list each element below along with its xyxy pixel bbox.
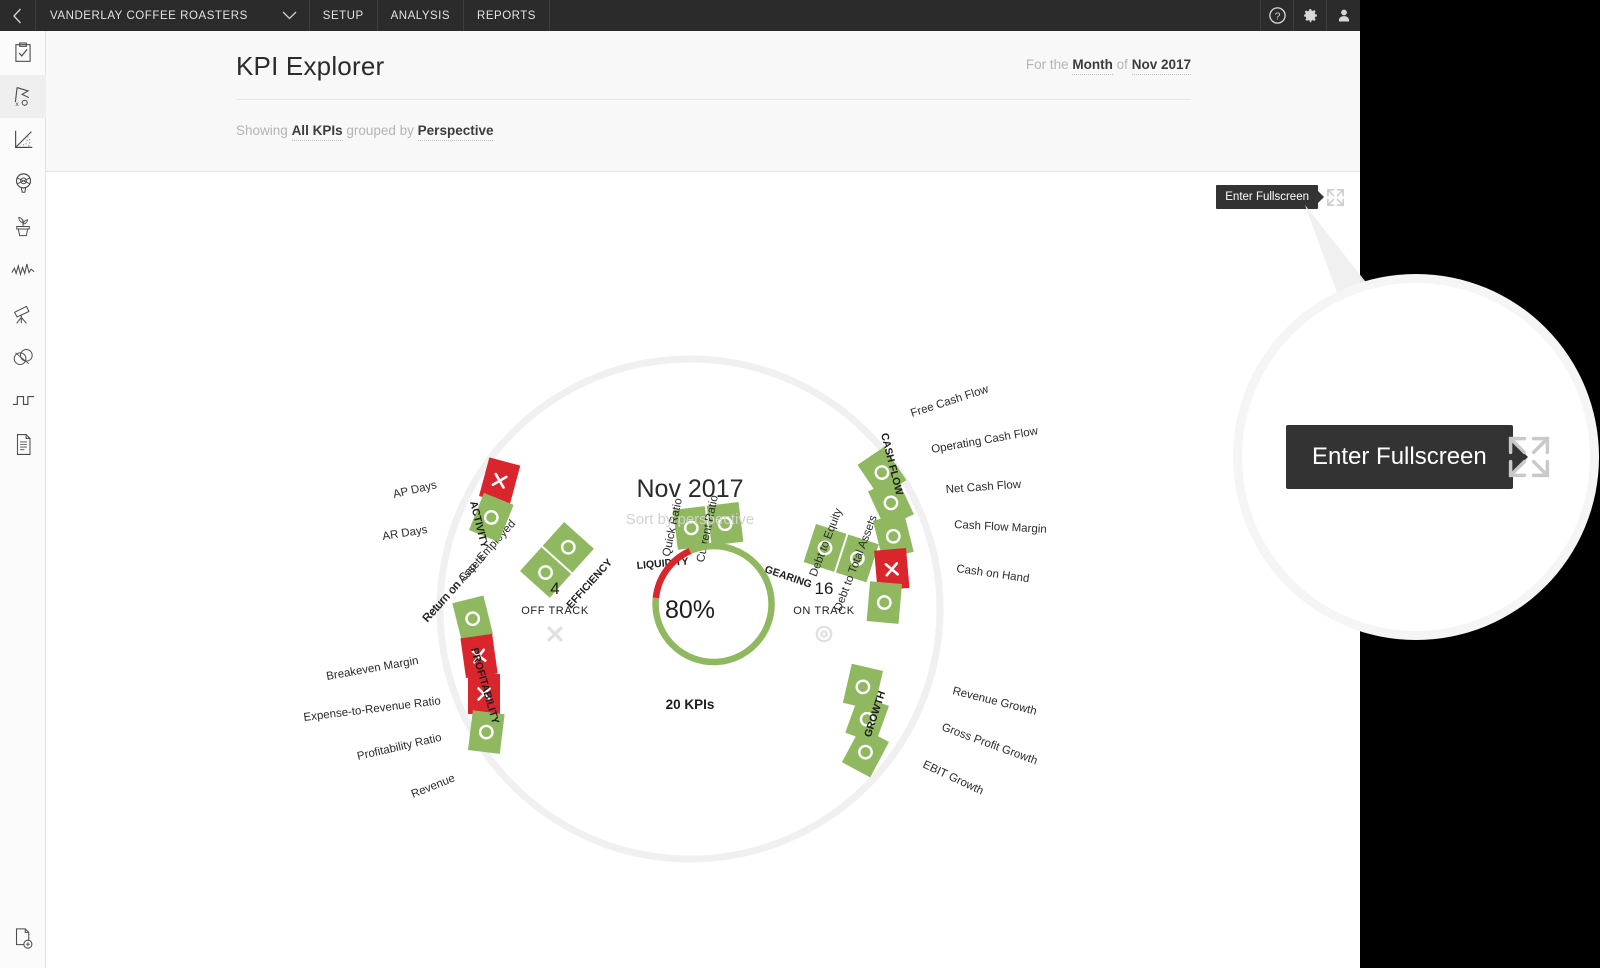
back-button[interactable] <box>0 0 36 31</box>
sidebar-item-document-add[interactable] <box>0 917 46 961</box>
kpi-explorer-canvas: Return on Assets Return on Cap. Employed… <box>46 172 1360 968</box>
showing-value[interactable]: All KPIs <box>291 123 343 141</box>
kpi-label: AR Days <box>382 524 429 543</box>
help-button[interactable]: ? <box>1261 0 1294 31</box>
magnified-fullscreen-button[interactable] <box>1506 434 1552 485</box>
kpi-label: Breakeven Margin <box>325 655 419 683</box>
enter-fullscreen-button[interactable] <box>1320 183 1350 211</box>
left-sidebar: x <box>0 31 46 968</box>
sidebar-item-scorecard[interactable]: x <box>0 74 46 118</box>
sidebar-item-step-signal[interactable] <box>0 379 46 423</box>
kpi-label: Gross Profit Growth <box>940 722 1039 768</box>
sidebar-item-target-balloon[interactable] <box>0 162 46 206</box>
grouped-prefix: grouped by <box>346 123 414 138</box>
page-title: KPI Explorer <box>236 51 385 81</box>
settings-button[interactable] <box>1294 0 1327 31</box>
showing-prefix: Showing <box>236 123 288 138</box>
chevron-down-icon <box>282 11 297 20</box>
kpi-label: Free Cash Flow <box>909 383 991 420</box>
venn-circles-icon <box>13 349 33 366</box>
page-header: KPI Explorer For the Month of Nov 2017 S… <box>46 31 1360 172</box>
off-track-count: 4 <box>550 579 559 598</box>
target-circle-inner-icon <box>820 630 828 638</box>
sidebar-item-clipboard-check[interactable] <box>0 31 46 75</box>
center-period-label: Nov 2017 <box>636 475 743 503</box>
showing-filter-bar: Showing All KPIs grouped by Perspective <box>236 123 494 141</box>
sidebar-item-telescope[interactable] <box>0 292 46 336</box>
period-unit[interactable]: Month <box>1072 57 1113 75</box>
kpi-label: Cash on Hand <box>956 563 1030 585</box>
grouped-value[interactable]: Perspective <box>417 123 494 141</box>
kpi-label: Revenue <box>410 772 457 800</box>
magnified-fullscreen-tooltip: Enter Fullscreen <box>1286 425 1513 489</box>
svg-text:?: ? <box>1274 10 1280 22</box>
svg-text:x: x <box>15 101 19 107</box>
application-window: VANDERLAY COFFEE ROASTERS SETUP ANALYSIS… <box>0 0 1360 968</box>
target-balloon-icon <box>15 173 31 193</box>
perspective-group-profitability: Breakeven Margin Expense-to-Revenue Rati… <box>303 595 505 801</box>
top-navigation-bar: VANDERLAY COFFEE ROASTERS SETUP ANALYSIS… <box>0 0 1360 31</box>
user-account-icon <box>1338 9 1349 22</box>
expand-arrows-icon <box>1508 436 1550 478</box>
sidebar-item-chart-area[interactable] <box>0 118 46 162</box>
kpi-label: Cash Flow Margin <box>954 519 1047 536</box>
fullscreen-tooltip: Enter Fullscreen <box>1216 185 1318 209</box>
off-track-label: OFF TRACK <box>521 605 589 617</box>
sidebar-bottom-group <box>0 917 46 961</box>
sidebar-item-pulse-line[interactable] <box>0 249 46 293</box>
kpi-label: EBIT Growth <box>921 759 986 798</box>
kpi-tile-cash-on-hand[interactable] <box>866 581 902 624</box>
kpi-wheel-chart: Return on Assets Return on Cap. Employed… <box>303 355 1047 863</box>
kpi-label: AP Days <box>392 479 438 501</box>
help-icon: ? <box>1268 7 1286 24</box>
document-lines-icon <box>16 433 30 455</box>
step-signal-icon <box>12 396 34 406</box>
sidebar-item-venn-circles[interactable] <box>0 336 46 380</box>
nav-spacer <box>550 0 1261 31</box>
sidebar-item-plant-pot[interactable] <box>0 205 46 249</box>
kpi-label: Net Cash Flow <box>945 479 1022 496</box>
magnifier-content: Enter Fullscreen <box>1286 420 1550 494</box>
nav-item-setup[interactable]: SETUP <box>310 0 378 31</box>
kpi-label: Expense-to-Revenue Ratio <box>303 695 442 724</box>
perspective-group-liquidity: Quick Ratio Current Ratio LIQUIDITY <box>636 494 744 572</box>
user-account-button[interactable] <box>1327 0 1360 31</box>
telescope-icon <box>13 305 30 324</box>
screen-root: VANDERLAY COFFEE ROASTERS SETUP ANALYSIS… <box>0 0 1600 968</box>
fullscreen-control-group: Enter Fullscreen <box>1216 180 1350 214</box>
on-track-count: 16 <box>815 579 834 598</box>
perspective-group-cash-flow: Free Cash Flow Operating Cash Flow Net C… <box>857 383 1047 624</box>
scorecard-icon: x <box>14 87 30 107</box>
period-joiner: of <box>1116 57 1128 72</box>
period-prefix: For the <box>1025 57 1069 72</box>
completion-donut: 80% <box>652 542 775 666</box>
organization-name: VANDERLAY COFFEE ROASTERS <box>50 9 248 22</box>
magnifier-lens: Enter Fullscreen <box>1242 283 1590 631</box>
sort-hint-label[interactable]: Sort by perspective <box>626 511 754 528</box>
cross-icon <box>547 626 563 642</box>
pulse-line-icon <box>11 263 35 277</box>
sidebar-item-document-lines[interactable] <box>0 423 46 467</box>
kpi-label: Profitability Ratio <box>356 732 443 763</box>
settings-gear-icon <box>1303 9 1317 23</box>
plant-pot-icon <box>16 216 30 237</box>
period-selector: For the Month of Nov 2017 <box>1025 57 1191 75</box>
nav-item-reports[interactable]: REPORTS <box>464 0 550 31</box>
nav-item-analysis[interactable]: ANALYSIS <box>378 0 465 31</box>
on-track-label: ON TRACK <box>793 605 855 617</box>
kpi-label: Revenue Growth <box>951 685 1038 718</box>
expand-arrows-icon <box>1326 188 1344 206</box>
chart-area-icon <box>14 131 32 149</box>
period-value[interactable]: Nov 2017 <box>1131 57 1191 75</box>
kpi-label: Operating Cash Flow <box>930 425 1039 456</box>
organization-selector[interactable]: VANDERLAY COFFEE ROASTERS <box>36 0 310 31</box>
chevron-left-icon <box>13 8 22 23</box>
target-circle-icon <box>815 625 833 643</box>
header-divider <box>236 99 1191 100</box>
clipboard-check-icon <box>15 42 31 62</box>
total-kpis-label: 20 KPIs <box>666 697 715 712</box>
document-add-icon <box>15 928 32 949</box>
completion-percent: 80% <box>665 596 715 624</box>
